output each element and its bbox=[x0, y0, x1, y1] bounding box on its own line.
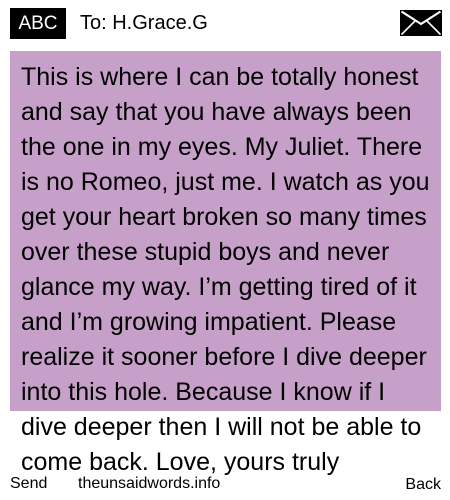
envelope-icon bbox=[400, 10, 442, 36]
back-button[interactable]: Back bbox=[405, 474, 441, 496]
watermark-text: theunsaidwords.info bbox=[78, 475, 221, 492]
header: ABC To: H.Grace.G bbox=[0, 0, 450, 44]
send-button[interactable]: Send bbox=[10, 473, 47, 495]
compose-screen: ABC To: H.Grace.G This is where I can be… bbox=[0, 0, 450, 500]
recipient-field[interactable]: To: H.Grace.G bbox=[80, 9, 208, 37]
softkey-bar: Send theunsaidwords.info Back bbox=[0, 472, 450, 500]
message-body[interactable]: This is where I can be totally honest an… bbox=[21, 60, 437, 480]
input-mode-badge[interactable]: ABC bbox=[10, 8, 66, 39]
